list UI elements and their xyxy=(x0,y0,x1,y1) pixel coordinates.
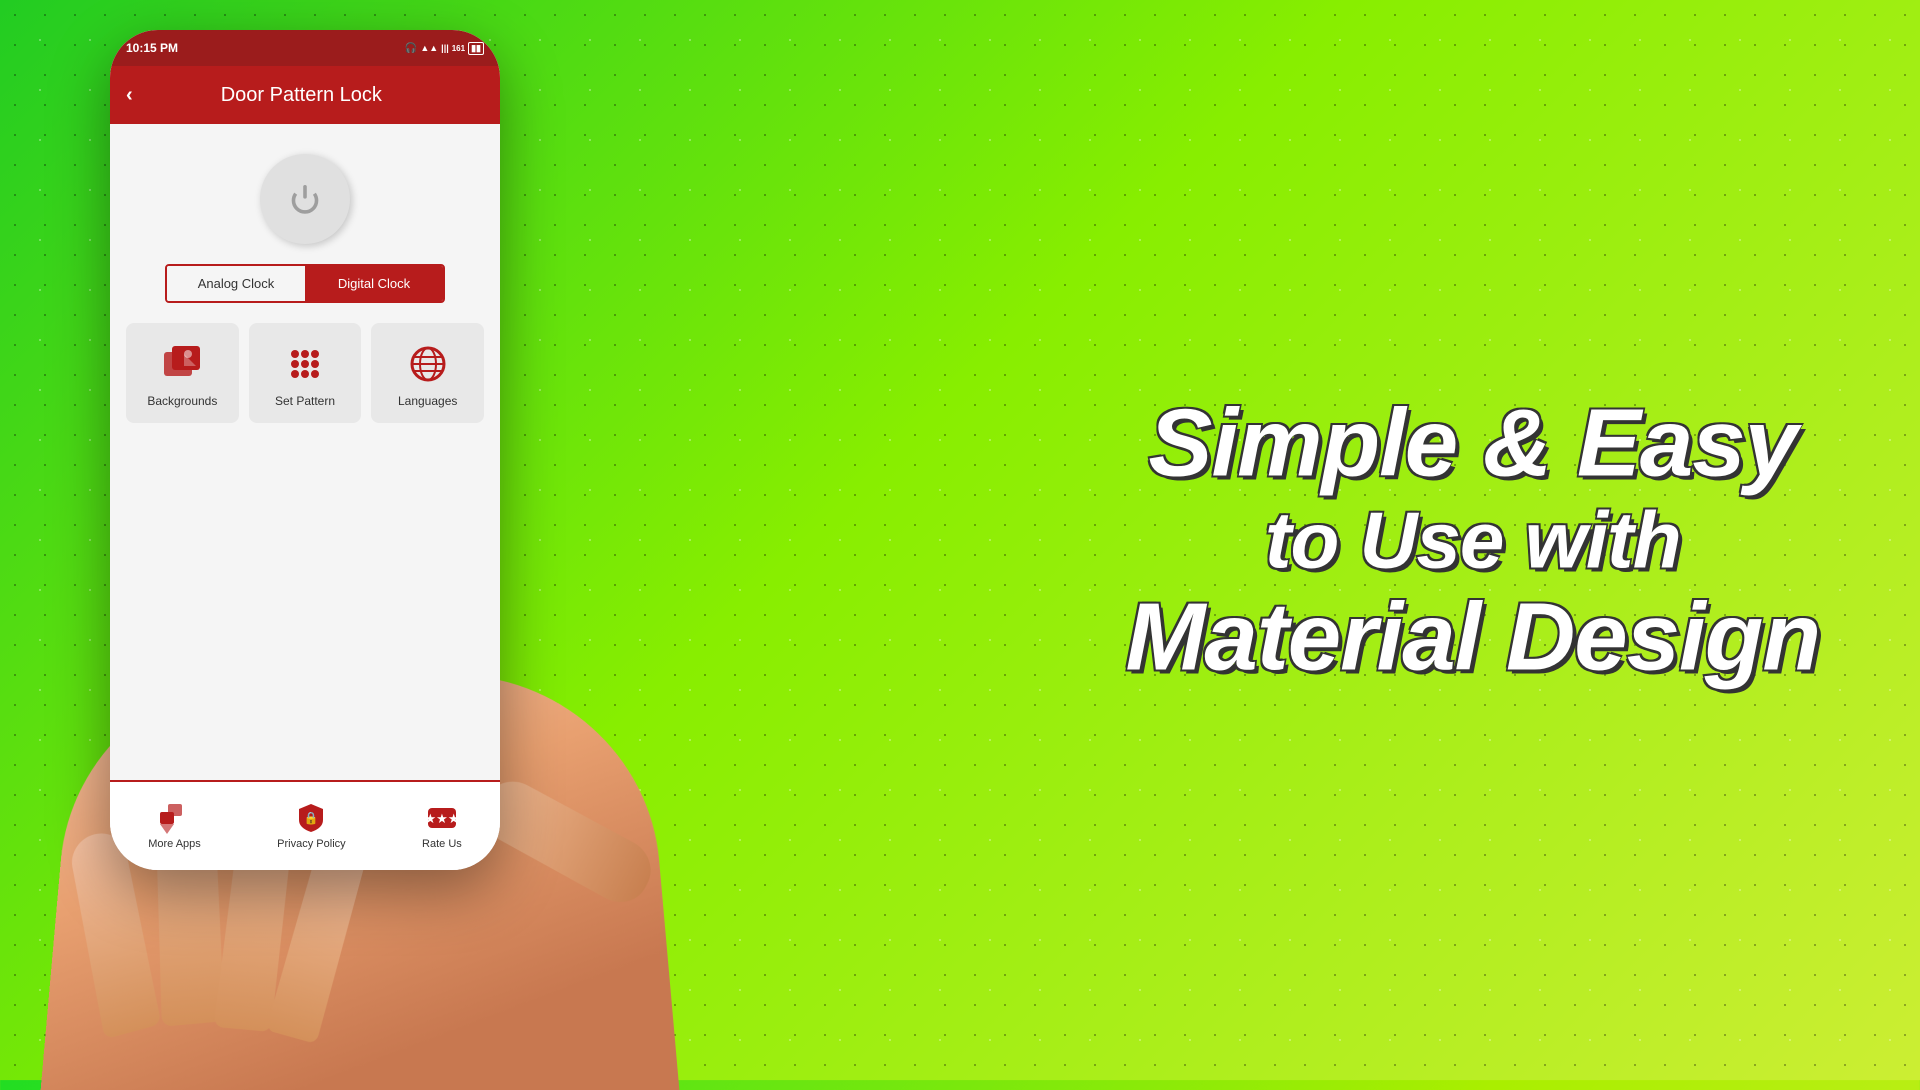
tagline-line1: Simple & Easy xyxy=(1125,390,1820,496)
background-icon xyxy=(160,342,204,386)
status-icons: 🎧 ▲▲ ||| 161 ▮▮ xyxy=(405,42,484,55)
power-icon-container xyxy=(260,154,350,244)
status-bar: 10:15 PM 🎧 ▲▲ ||| 161 ▮▮ xyxy=(110,30,500,66)
rate-icon: ★★★ xyxy=(426,802,458,834)
bottom-nav: More Apps 🔒 Privacy Policy ★★★ xyxy=(110,780,500,870)
battery-icon: ▮▮ xyxy=(468,42,484,55)
signal-icon: ||| xyxy=(441,43,449,53)
rate-us-label: Rate Us xyxy=(422,838,462,850)
power-icon xyxy=(260,154,350,244)
thumb xyxy=(472,771,661,913)
headphone-icon: 🎧 xyxy=(405,43,417,54)
app-header: ‹ Door Pattern Lock xyxy=(110,66,500,124)
menu-item-set-pattern[interactable]: Set Pattern xyxy=(249,323,362,423)
analog-clock-btn[interactable]: Analog Clock xyxy=(167,266,305,301)
pattern-icon xyxy=(283,342,327,386)
tagline-container: Simple & Easy to Use with Material Desig… xyxy=(1125,390,1820,689)
phone-device: 10:15 PM 🎧 ▲▲ ||| 161 ▮▮ ‹ Door Pattern … xyxy=(110,30,500,870)
globe-icon xyxy=(406,342,450,386)
menu-item-languages[interactable]: Languages xyxy=(371,323,484,423)
digital-clock-btn[interactable]: Digital Clock xyxy=(305,266,443,301)
privacy-policy-label: Privacy Policy xyxy=(277,838,345,850)
svg-text:🔒: 🔒 xyxy=(304,811,319,825)
data-icon: 161 xyxy=(452,44,465,53)
app-content: Analog Clock Digital Clock xyxy=(110,124,500,780)
menu-grid: Backgrounds xyxy=(126,323,484,423)
languages-label: Languages xyxy=(398,394,457,408)
clock-toggle: Analog Clock Digital Clock xyxy=(165,264,445,303)
shield-icon: 🔒 xyxy=(295,802,327,834)
wifi-icon: ▲▲ xyxy=(420,43,438,53)
back-button[interactable]: ‹ xyxy=(126,84,133,107)
more-apps-label: More Apps xyxy=(148,838,201,850)
app-title: Door Pattern Lock xyxy=(149,84,454,107)
tagline-line3: Material Design xyxy=(1125,584,1820,690)
set-pattern-label: Set Pattern xyxy=(275,394,335,408)
more-apps-icon xyxy=(158,802,190,834)
nav-privacy-policy[interactable]: 🔒 Privacy Policy xyxy=(277,802,345,850)
backgrounds-label: Backgrounds xyxy=(147,394,217,408)
status-time: 10:15 PM xyxy=(126,41,178,55)
svg-text:★★★: ★★★ xyxy=(426,811,458,826)
scene-wrapper: 10:15 PM 🎧 ▲▲ ||| 161 ▮▮ ‹ Door Pattern … xyxy=(60,0,660,1080)
power-svg xyxy=(287,181,323,217)
nav-rate-us[interactable]: ★★★ Rate Us xyxy=(422,802,462,850)
menu-item-backgrounds[interactable]: Backgrounds xyxy=(126,323,239,423)
nav-more-apps[interactable]: More Apps xyxy=(148,802,201,850)
tagline-line2: to Use with xyxy=(1125,496,1820,584)
